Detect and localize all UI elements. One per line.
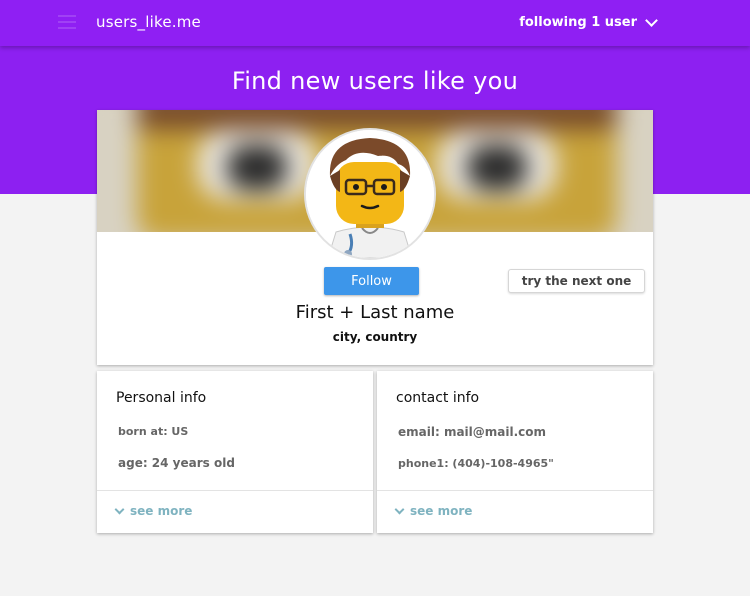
chevron-down-icon	[394, 504, 405, 514]
profile-name: First + Last name	[295, 302, 455, 323]
personal-info-card: Personal info born at: US age: 24 years …	[97, 371, 373, 533]
profile-location: city, country	[332, 330, 418, 344]
born-at-text: born at: US	[118, 425, 189, 438]
follow-button[interactable]: Follow	[324, 267, 419, 295]
page-title: Find new users like you	[231, 67, 519, 95]
divider	[377, 490, 653, 491]
lego-avatar-icon	[306, 130, 434, 258]
see-more-label: see more	[130, 504, 193, 518]
hamburger-menu-icon[interactable]	[58, 15, 76, 29]
chevron-down-icon	[645, 13, 658, 27]
try-next-button[interactable]: try the next one	[508, 269, 645, 293]
contact-info-title: contact info	[396, 390, 480, 406]
top-navbar: users_like.me following 1 user	[0, 0, 750, 46]
profile-card: Follow try the next one First + Last nam…	[97, 110, 653, 365]
divider	[97, 490, 373, 491]
app-title[interactable]: users_like.me	[96, 13, 201, 31]
contact-info-card: contact info email: mail@mail.com phone1…	[377, 371, 653, 533]
email-text: email: mail@mail.com	[398, 425, 547, 439]
contact-see-more-link[interactable]: see more	[394, 504, 473, 518]
age-text: age: 24 years old	[118, 456, 235, 470]
see-more-label: see more	[410, 504, 473, 518]
following-dropdown[interactable]: following 1 user	[519, 13, 658, 30]
personal-see-more-link[interactable]: see more	[114, 504, 193, 518]
chevron-down-icon	[114, 504, 125, 514]
following-label: following 1 user	[519, 15, 637, 30]
phone-text: phone1: (404)-108-4965"	[398, 457, 554, 470]
avatar	[304, 128, 436, 260]
personal-info-title: Personal info	[116, 390, 207, 406]
